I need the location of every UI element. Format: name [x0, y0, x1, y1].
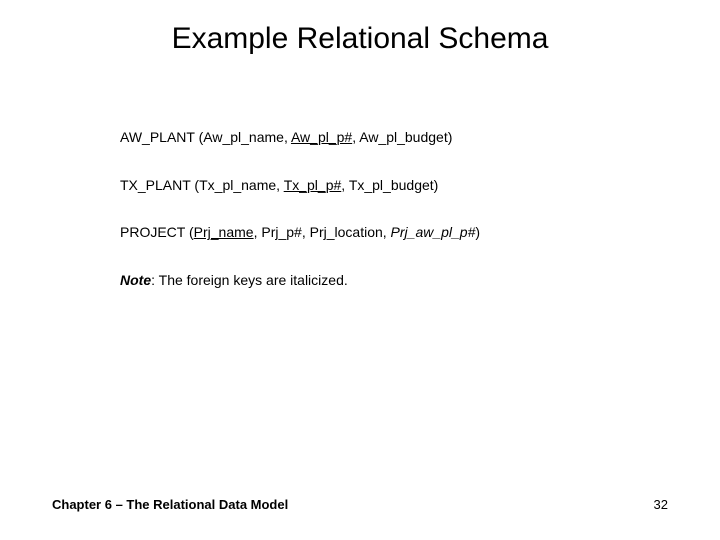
- relation-attr: Tx_pl_p#: [284, 177, 342, 193]
- relation-attr: Tx_pl_budget: [349, 177, 434, 193]
- slide-title: Example Relational Schema: [0, 22, 720, 56]
- slide-body: AW_PLANT (Aw_pl_name, Aw_pl_p#, Aw_pl_bu…: [120, 128, 600, 290]
- slide: Example Relational Schema AW_PLANT (Aw_p…: [0, 0, 720, 540]
- footer-chapter: Chapter 6 – The Relational Data Model: [52, 497, 288, 512]
- note: Note: The foreign keys are italicized.: [120, 271, 600, 291]
- relation-attr: Aw_pl_budget: [359, 129, 447, 145]
- relation-name: TX_PLANT: [120, 177, 191, 193]
- relation-name: AW_PLANT: [120, 129, 195, 145]
- relations-list: AW_PLANT (Aw_pl_name, Aw_pl_p#, Aw_pl_bu…: [120, 128, 600, 243]
- relation-attr: Prj_aw_pl_p#: [391, 224, 476, 240]
- note-text: : The foreign keys are italicized.: [151, 272, 348, 288]
- relation-name: PROJECT: [120, 224, 185, 240]
- relation-row: PROJECT (Prj_name, Prj_p#, Prj_location,…: [120, 223, 600, 243]
- relation-attr: Aw_pl_p#: [291, 129, 352, 145]
- relation-attr: Tx_pl_name: [199, 177, 276, 193]
- relation-attr: Prj_name: [194, 224, 254, 240]
- relation-attr: Prj_p#: [261, 224, 301, 240]
- footer-page-number: 32: [654, 497, 668, 512]
- relation-attr: Aw_pl_name: [203, 129, 284, 145]
- relation-attr: Prj_location: [310, 224, 383, 240]
- relation-row: TX_PLANT (Tx_pl_name, Tx_pl_p#, Tx_pl_bu…: [120, 176, 600, 196]
- relation-row: AW_PLANT (Aw_pl_name, Aw_pl_p#, Aw_pl_bu…: [120, 128, 600, 148]
- note-label: Note: [120, 272, 151, 288]
